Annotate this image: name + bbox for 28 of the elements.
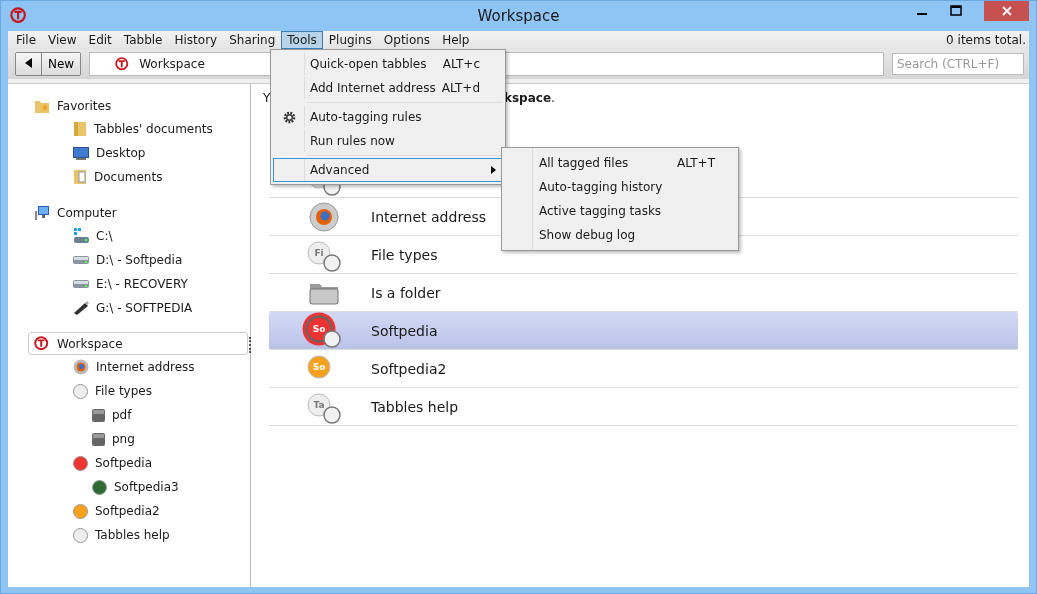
tree-label: G:\ - SOFTPEDIA bbox=[96, 301, 193, 315]
tree-label: Softpedia3 bbox=[114, 480, 179, 494]
window-title: Workspace bbox=[477, 7, 560, 25]
tree-label: Workspace bbox=[57, 336, 123, 351]
tabble-label: Tabbles help bbox=[371, 398, 459, 415]
tree-label: pdf bbox=[112, 408, 132, 422]
tree-label: Computer bbox=[57, 205, 117, 220]
tree-label: D:\ - Softpedia bbox=[96, 253, 183, 267]
tree-label: Tabbles help bbox=[95, 528, 170, 542]
intro-text: Y bbox=[263, 91, 271, 105]
path-text: Workspace bbox=[139, 57, 205, 71]
tree-label: Favorites bbox=[57, 98, 112, 113]
tabble-label: File types bbox=[371, 246, 438, 263]
tabble-label: Internet address bbox=[371, 208, 487, 225]
tree-label: E:\ - RECOVERY bbox=[96, 277, 188, 291]
tree-label: Tabbles' documents bbox=[94, 122, 213, 136]
tabble-label: Softpedia bbox=[371, 322, 438, 339]
tree-label: Softpedia bbox=[95, 456, 152, 470]
tree-label: png bbox=[112, 432, 135, 446]
tree-label: File types bbox=[95, 384, 152, 398]
tabble-label: Softpedia2 bbox=[371, 360, 447, 377]
tree-label: Documents bbox=[94, 170, 163, 184]
tabble-label: Is a folder bbox=[371, 284, 441, 301]
tree-label: Softpedia2 bbox=[95, 504, 160, 518]
tree-label: Internet address bbox=[96, 360, 195, 374]
item-count: 0 items total. bbox=[946, 33, 1026, 47]
tree-label: C:\ bbox=[96, 229, 113, 243]
tree-label: Desktop bbox=[96, 146, 146, 160]
